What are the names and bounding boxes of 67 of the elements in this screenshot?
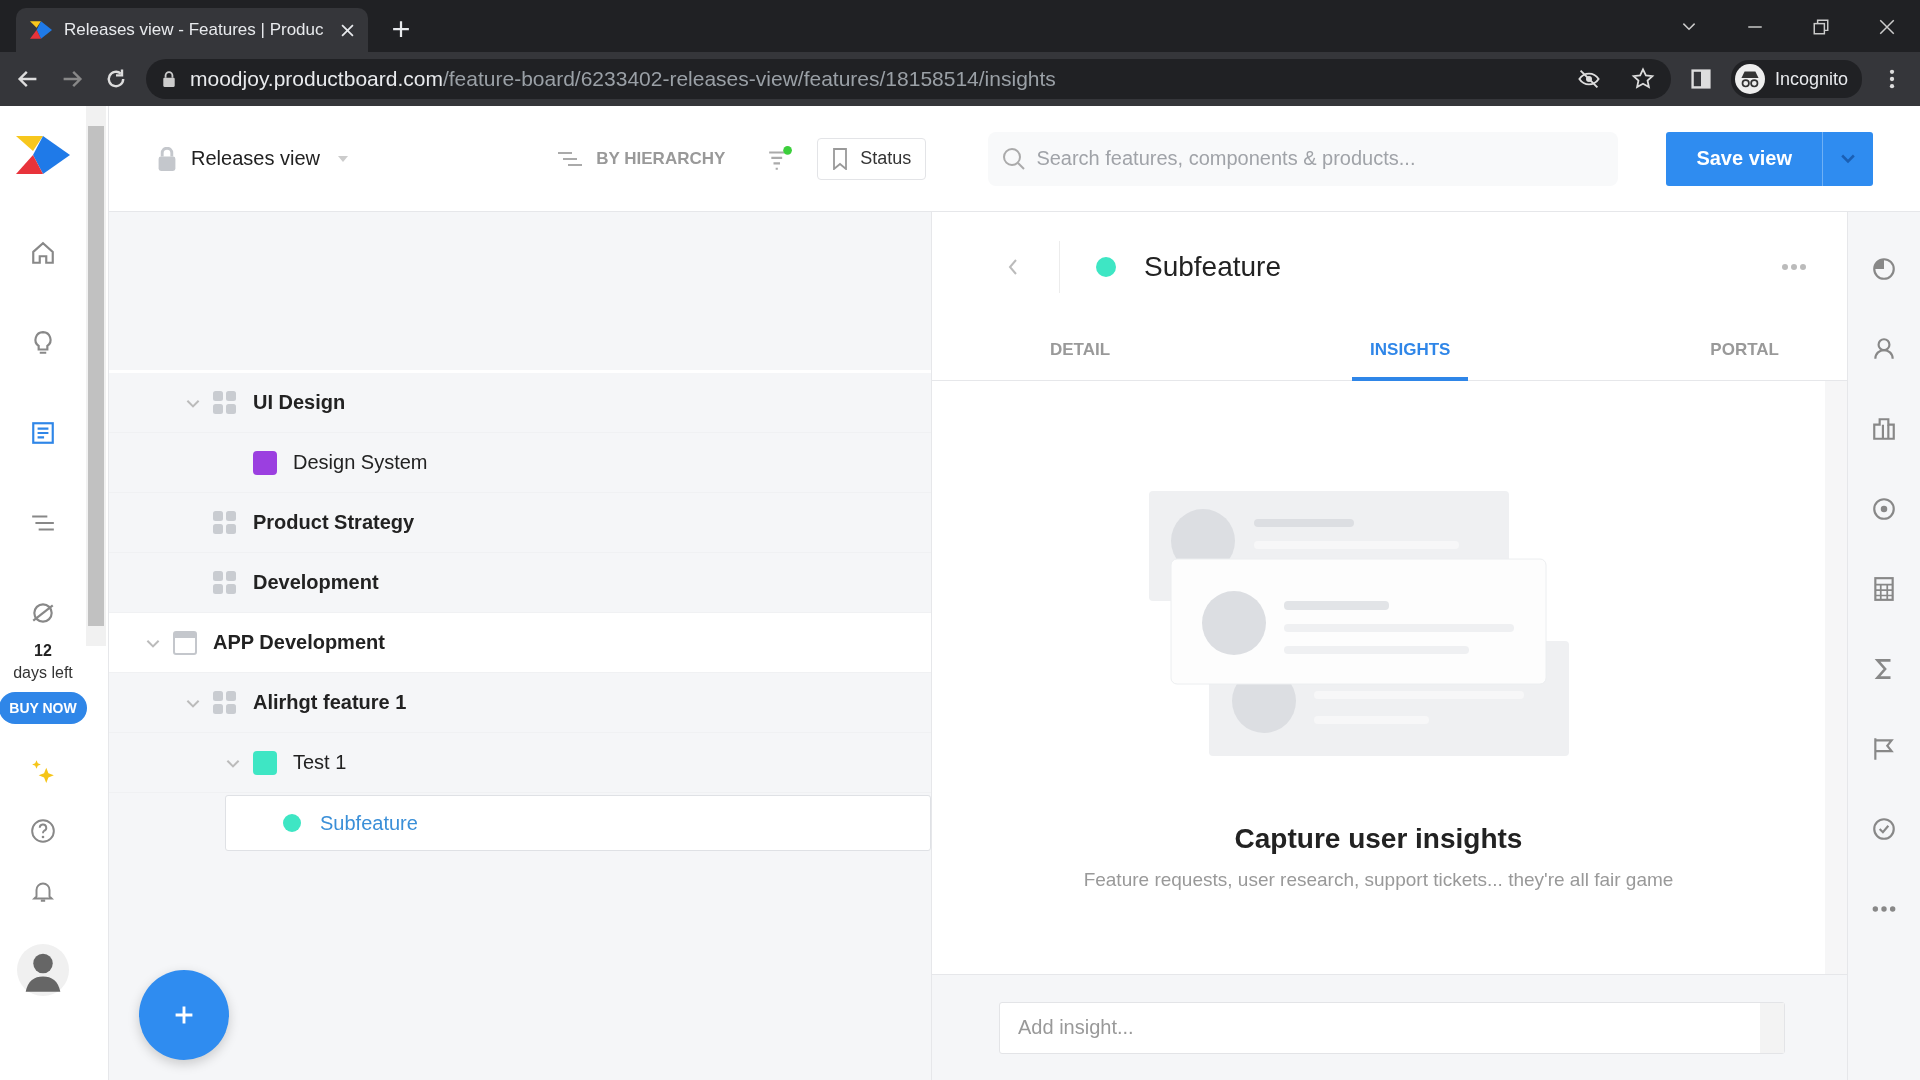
planet-icon[interactable] [30,600,56,626]
tree-item-label: Product Strategy [253,511,415,534]
avatar-icon[interactable] [17,944,69,996]
incognito-icon [1734,64,1765,94]
app-logo-icon [30,21,52,39]
trial-days-count: 12 [34,642,52,660]
url-text: moodjoy.productboard.com/feature-board/6233402-releases-view/features/18158514/insights [190,67,1056,91]
tree-item-label: Alirhgt feature 1 [253,691,407,714]
app-logo-icon[interactable] [16,136,70,174]
status-button[interactable]: Status [817,137,927,180]
tree-item-label: Test 1 [293,751,347,774]
component-icon [213,690,237,715]
scrollbar[interactable] [86,106,106,646]
flag-icon[interactable] [1871,736,1897,762]
search-icon [1002,146,1027,171]
more-icon[interactable] [1781,263,1807,271]
tab[interactable]: INSIGHTS [1352,322,1469,381]
close-tab-icon[interactable] [341,23,354,37]
hierarchy-icon [558,149,583,168]
help-icon[interactable] [30,818,56,844]
search-field[interactable]: Search features, components & products... [988,131,1619,186]
lock-icon [162,71,176,87]
tab-title: Releases view - Features | Produc [64,20,325,40]
building-icon[interactable] [1871,416,1897,442]
target-icon[interactable] [1871,496,1897,522]
feature-title: Subfeature [1144,251,1281,283]
tree-item-label: Subfeature [320,811,418,835]
tree-item-label: APP Development [213,631,385,654]
product-icon [173,630,197,655]
tree-row[interactable]: Test 1 [109,733,931,793]
browser-tab[interactable]: Releases view - Features | Produc [16,8,368,52]
tree-row[interactable]: Alirhgt feature 1 [109,673,931,733]
close-icon[interactable] [1878,18,1896,36]
eye-off-icon[interactable] [1576,67,1601,91]
bookmark-icon [832,147,849,170]
view-name-dropdown[interactable]: Releases view [191,147,320,170]
trial-days-label: days left [13,664,73,682]
add-button[interactable] [139,970,229,1060]
tree-row[interactable]: Product Strategy [109,493,931,553]
tree-item-label: UI Design [253,391,346,414]
lock-icon [157,146,177,171]
buy-now-button[interactable]: BUY NOW [0,692,87,724]
address-field[interactable]: moodjoy.productboard.com/feature-board/6233402-releases-view/features/18158514/insights [146,59,1671,99]
chevron-down-icon [1841,153,1855,164]
new-tab-icon[interactable] [392,20,410,38]
calculator-icon[interactable] [1871,576,1897,602]
filter-icon[interactable] [767,145,794,172]
star-icon[interactable] [1630,67,1655,91]
pie-chart-icon[interactable] [1871,256,1897,282]
person-icon[interactable] [1871,336,1897,362]
tree-row[interactable]: UI Design [109,373,931,433]
scrollbar[interactable] [1825,381,1847,974]
profile-button[interactable]: Incognito [1730,60,1862,98]
home-icon[interactable] [30,240,56,266]
restore-icon[interactable] [1812,18,1830,36]
tree-item-label: Development [253,571,379,594]
component-icon [213,510,237,535]
tree-row[interactable]: APP Development [109,613,931,673]
component-icon [213,570,237,595]
document-icon[interactable] [30,420,56,446]
empty-state-text: Feature requests, user research, support tickets... they're all fair game [1083,869,1674,891]
add-insight-field[interactable]: Add insight... [999,1001,1785,1054]
tree-item-label: Design System [293,451,428,474]
empty-state-title: Capture user insights [1234,823,1523,855]
tree-row[interactable]: Design System [109,433,931,493]
component-icon [213,390,237,415]
check-circle-icon[interactable] [1871,816,1897,842]
